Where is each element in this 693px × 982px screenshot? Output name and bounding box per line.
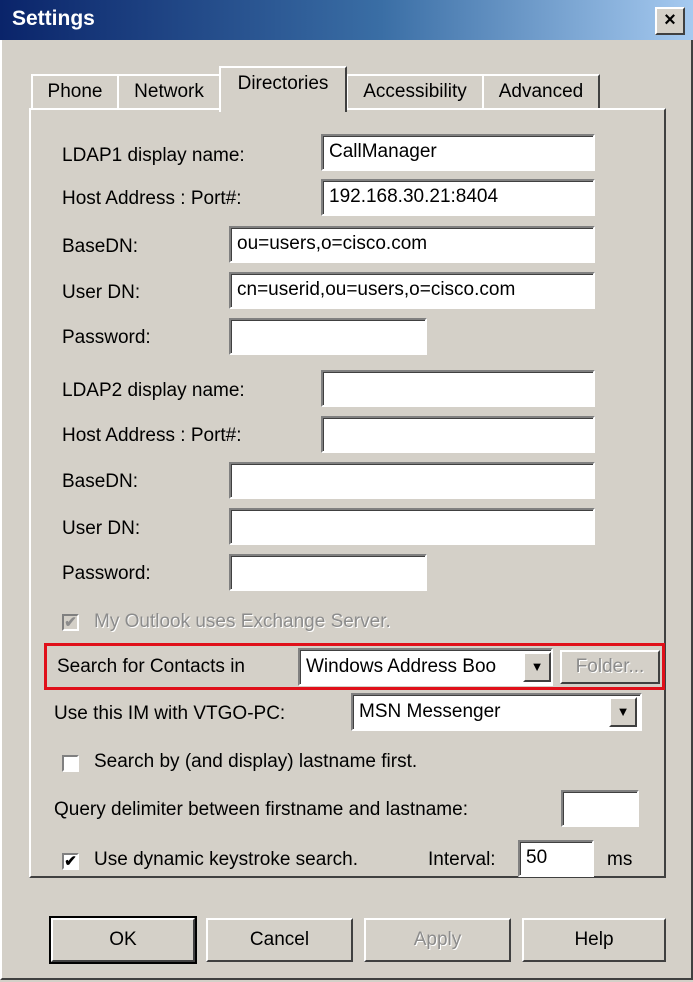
ldap1-basedn-field[interactable]: ou=users,o=cisco.com [229, 226, 595, 263]
query-delimiter-field[interactable] [561, 790, 639, 827]
interval-field[interactable]: 50 [518, 840, 594, 877]
ldap1-host-label: Host Address : Port#: [62, 188, 242, 209]
dynamic-search-label: Use dynamic keystroke search. [94, 849, 358, 870]
apply-button: Apply [364, 918, 511, 962]
chevron-down-icon: ▼ [616, 704, 630, 719]
close-button[interactable]: × [655, 7, 685, 35]
outlook-exchange-label: My Outlook uses Exchange Server. [94, 611, 391, 632]
im-dropdown-button[interactable]: ▼ [609, 697, 637, 727]
tab-directories[interactable]: Directories [219, 66, 347, 112]
interval-label: Interval: [428, 849, 496, 870]
ldap1-userdn-field[interactable]: cn=userid,ou=users,o=cisco.com [229, 272, 595, 309]
ldap2-host-label: Host Address : Port#: [62, 425, 242, 446]
cancel-button[interactable]: Cancel [206, 918, 353, 962]
search-contacts-label: Search for Contacts in [57, 656, 245, 677]
ldap2-display-name-field[interactable] [321, 370, 595, 407]
ldap2-display-name-label: LDAP2 display name: [62, 380, 245, 401]
im-label: Use this IM with VTGO-PC: [54, 703, 286, 724]
ldap1-password-label: Password: [62, 327, 151, 348]
ldap1-display-name-field[interactable]: CallManager [321, 134, 595, 171]
im-value: MSN Messenger [359, 701, 501, 722]
tab-advanced[interactable]: Advanced [482, 74, 600, 110]
tab-network[interactable]: Network [117, 74, 221, 110]
ldap1-userdn-label: User DN: [62, 282, 141, 303]
search-contacts-select[interactable]: Windows Address Boo [298, 648, 553, 686]
tab-label: Advanced [498, 81, 584, 102]
ldap2-basedn-field[interactable] [229, 462, 595, 499]
tab-accessibility[interactable]: Accessibility [346, 74, 484, 110]
lastname-first-label: Search by (and display) lastname first. [94, 751, 418, 772]
lastname-first-checkbox[interactable] [62, 755, 79, 772]
ok-button[interactable]: OK [49, 916, 197, 964]
folder-button: Folder... [560, 650, 660, 684]
im-select[interactable]: MSN Messenger [351, 693, 642, 731]
checkmark-icon: ✔ [64, 614, 77, 631]
close-icon: × [664, 9, 676, 31]
tab-phone[interactable]: Phone [31, 74, 119, 110]
tab-label: Network [134, 81, 204, 102]
ldap2-userdn-field[interactable] [229, 508, 595, 545]
ldap1-display-name-label: LDAP1 display name: [62, 145, 245, 166]
outlook-exchange-checkbox: ✔ [62, 614, 79, 631]
search-contacts-dropdown-button[interactable]: ▼ [523, 652, 551, 682]
tab-label: Accessibility [363, 81, 467, 102]
dynamic-search-checkbox[interactable]: ✔ [62, 853, 79, 870]
ldap2-password-field[interactable] [229, 554, 427, 591]
chevron-down-icon: ▼ [530, 659, 544, 674]
ldap2-userdn-label: User DN: [62, 518, 141, 539]
ldap2-basedn-label: BaseDN: [62, 471, 139, 492]
ldap2-password-label: Password: [62, 563, 151, 584]
ldap1-host-field[interactable]: 192.168.30.21:8404 [321, 179, 595, 216]
tab-label: Phone [47, 81, 103, 102]
interval-unit-label: ms [607, 849, 633, 870]
search-contacts-value: Windows Address Boo [306, 656, 497, 677]
title-bar: Settings × [0, 0, 693, 40]
window-title: Settings [12, 7, 95, 30]
tab-label: Directories [237, 73, 329, 94]
ldap2-host-field[interactable] [321, 416, 595, 453]
help-button[interactable]: Help [522, 918, 666, 962]
ldap1-basedn-label: BaseDN: [62, 236, 139, 257]
ldap1-password-field[interactable] [229, 318, 427, 355]
query-delimiter-label: Query delimiter between firstname and la… [54, 799, 468, 820]
checkmark-icon: ✔ [64, 853, 77, 870]
